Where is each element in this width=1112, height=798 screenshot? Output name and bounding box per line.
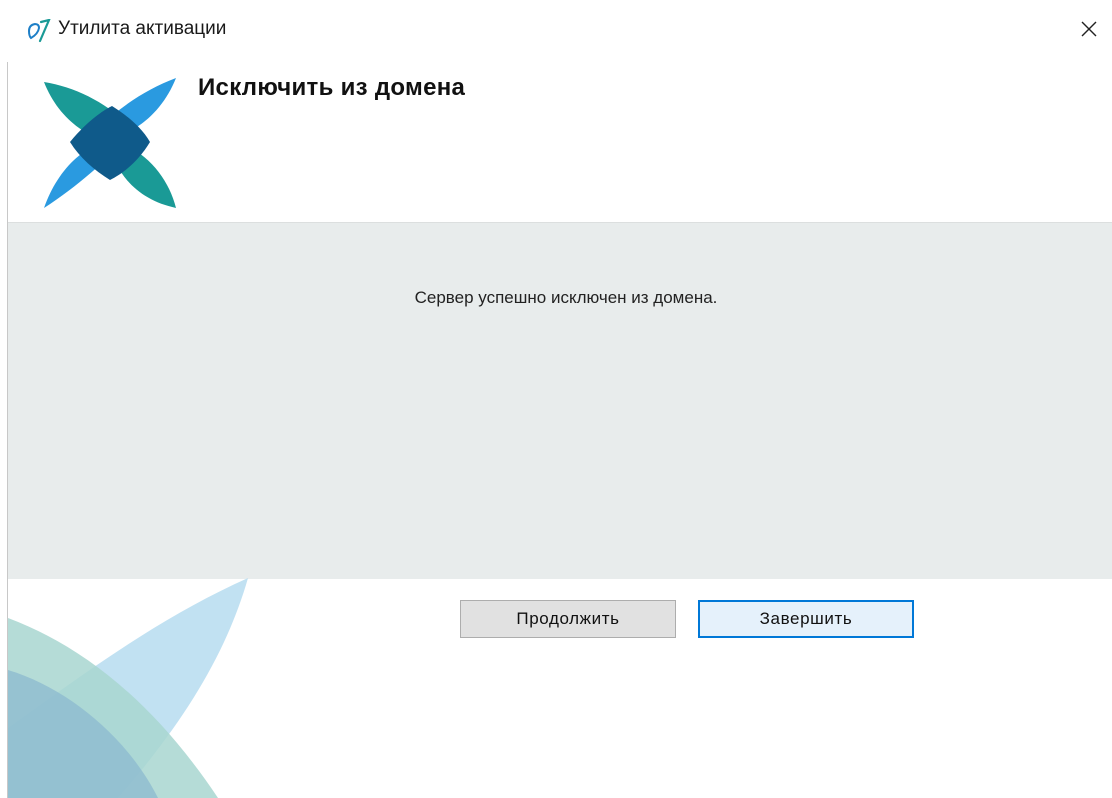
close-button[interactable] (1070, 12, 1108, 50)
status-message: Сервер успешно исключен из домена. (414, 288, 718, 307)
activation-utility-icon (26, 18, 52, 43)
finish-button[interactable]: Завершить (698, 600, 914, 638)
petal-logo-icon (42, 76, 178, 210)
content-panel (8, 222, 1112, 579)
activation-utility-window: Утилита активации Исключить из домена Се… (0, 0, 1112, 798)
page-title: Исключить из домена (198, 74, 466, 101)
window-title: Утилита активации (58, 18, 227, 39)
close-icon (1080, 20, 1098, 43)
continue-button[interactable]: Продолжить (460, 600, 676, 638)
title-bar[interactable]: Утилита активации (0, 0, 1112, 62)
petal-decoration-icon (8, 578, 288, 798)
